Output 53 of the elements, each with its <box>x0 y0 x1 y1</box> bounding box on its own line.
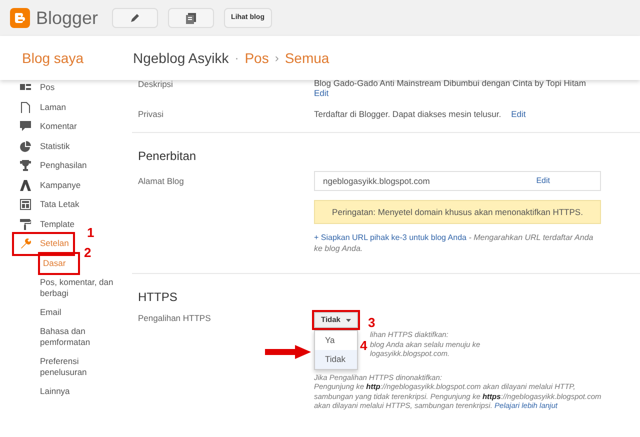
field-label: Alamat Blog <box>138 175 185 188</box>
edit-link[interactable]: Edit <box>536 175 550 187</box>
annotation-number: 2 <box>84 246 92 259</box>
layout-icon <box>20 199 31 210</box>
blogger-logo-icon <box>10 8 30 28</box>
page-title: Blog saya <box>21 48 84 68</box>
trophy-icon <box>20 160 31 172</box>
sidebar-item[interactable]: Kampanye <box>14 176 85 195</box>
dropdown-option[interactable]: Tidak <box>315 350 357 369</box>
breadcrumb-separator: · <box>234 50 239 67</box>
sidebar-item[interactable]: Pos <box>14 80 59 98</box>
comment-icon <box>20 121 31 132</box>
warning-banner: Peringatan: Menyetel domain khusus akan menonaktifkan HTTPS. <box>314 200 601 224</box>
sidebar-subitem[interactable]: Bahasa dan pemformatan <box>40 322 116 352</box>
sidebar-item[interactable]: Template <box>14 214 78 234</box>
field-label: Deskripsi <box>138 80 174 91</box>
posts-list-button[interactable] <box>168 8 214 28</box>
field-label: Pengalihan HTTPS <box>138 312 212 325</box>
document-icon <box>186 12 196 24</box>
sidebar-item[interactable]: Komentar <box>14 117 81 136</box>
breadcrumb-separator: › <box>274 50 279 67</box>
section-title: HTTPS <box>137 289 178 306</box>
description-text: Blog Gado-Gado Anti Mainstream Dibumbui dengan Cinta by Topi Hitam <box>314 80 587 88</box>
roller-icon <box>20 218 31 230</box>
blog-address-field[interactable]: ngeblogasyikk.blogspot.com Edit <box>314 171 601 191</box>
edit-link[interactable]: Edit <box>314 88 329 98</box>
field-label: Privasi <box>138 108 165 121</box>
logo-text: Blogger <box>36 6 98 30</box>
sidebar-subitem[interactable]: Preferensi penelusuran <box>40 352 116 382</box>
annotation-number: 1 <box>87 226 94 239</box>
annotation-number: 3 <box>368 316 376 329</box>
sidebar-subitem[interactable]: Email <box>40 302 116 322</box>
blog-name: Ngeblog Asyikk <box>133 48 229 68</box>
sidebar-subitem[interactable]: Lainnya <box>40 382 116 400</box>
setup-url-link[interactable]: + Siapkan URL pihak ke-3 untuk blog Anda <box>314 233 466 242</box>
new-post-button[interactable] <box>112 8 158 28</box>
wrench-icon <box>20 238 31 250</box>
third-party-note: + Siapkan URL pihak ke-3 untuk blog Anda - Mengarahkan URL terdaftar Anda ke blog Anda. <box>314 232 594 254</box>
sidebar-item[interactable]: Statistik <box>14 136 74 156</box>
pie-icon <box>20 140 31 152</box>
section-title: Penerbitan <box>137 148 198 165</box>
edit-link[interactable]: Edit <box>511 108 526 121</box>
sidebar-item[interactable]: Tata Letak <box>14 195 84 214</box>
privacy-text: Terdaftar di Blogger. Dapat diakses mesin telusur. <box>314 108 502 121</box>
caret-icon <box>346 318 352 322</box>
annotation-arrow <box>265 345 311 359</box>
page-icon <box>20 102 31 113</box>
sidebar-item[interactable]: Penghasilan <box>14 156 91 176</box>
pencil-icon <box>130 13 140 23</box>
annotation-number: 4 <box>360 339 368 352</box>
sidebar-item[interactable]: Laman <box>14 98 70 117</box>
sidebar-subitem[interactable]: Pos, komentar, dan berbagi <box>40 272 116 302</box>
dropdown-option[interactable]: Ya <box>315 331 357 350</box>
